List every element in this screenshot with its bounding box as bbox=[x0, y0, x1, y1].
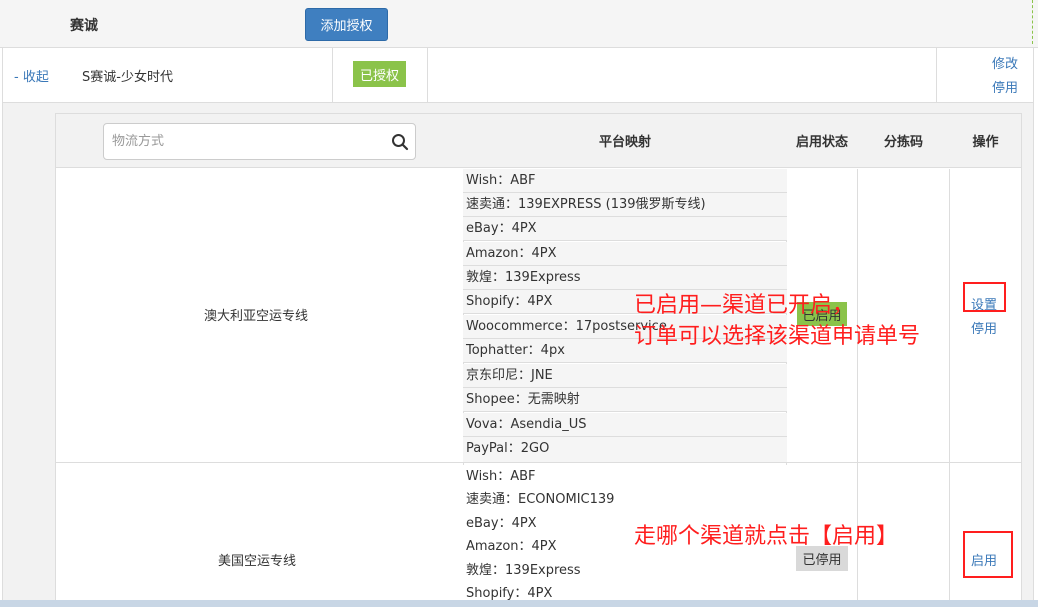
highlight-box bbox=[963, 531, 1013, 578]
shop-row-divider bbox=[936, 48, 937, 103]
edge-divider bbox=[1032, 0, 1033, 44]
mapping-item: Shopee：无需映射 bbox=[463, 388, 787, 412]
search-box bbox=[103, 123, 416, 160]
mapping-item: Vova：Asendia_US bbox=[463, 413, 787, 437]
top-bar: 赛诚 bbox=[0, 0, 1038, 48]
logistics-search-input[interactable] bbox=[104, 124, 384, 159]
edit-shop-link[interactable]: 修改 bbox=[992, 53, 1018, 72]
channel-name: 澳大利亚空运专线 bbox=[204, 309, 309, 324]
auth-status-badge: 已授权 bbox=[353, 61, 406, 87]
annotation-text: 订单可以选择该渠道申请单号 bbox=[634, 324, 921, 349]
bottom-scroll-bar bbox=[0, 600, 1038, 607]
add-authorization-button[interactable]: 添加授权 bbox=[305, 8, 388, 41]
column-header-sort-code: 分拣码 bbox=[883, 135, 923, 150]
mapping-item: Wish：ABF bbox=[463, 169, 787, 193]
mapping-item: Wish：ABF bbox=[463, 465, 787, 489]
shop-name: S赛诚-少女时代 bbox=[82, 70, 173, 85]
mapping-item: 速卖通：ECONOMIC139 bbox=[463, 488, 787, 512]
mapping-item: Shopify：4PX bbox=[463, 582, 787, 602]
disable-channel-link[interactable]: 停用 bbox=[971, 318, 997, 337]
disable-shop-link[interactable]: 停用 bbox=[992, 77, 1018, 96]
search-icon[interactable] bbox=[391, 133, 409, 151]
annotation-text: 走哪个渠道就点击【启用】 bbox=[634, 524, 899, 549]
column-header-mapping: 平台映射 bbox=[598, 135, 651, 150]
shop-row-divider bbox=[332, 48, 333, 103]
channel-name: 美国空运专线 bbox=[218, 554, 297, 569]
mapping-item: PayPal：2GO bbox=[463, 437, 787, 462]
row-divider bbox=[56, 462, 1021, 463]
annotation-text: 已启用—渠道已开启， bbox=[634, 293, 855, 318]
column-header-status: 启用状态 bbox=[795, 135, 848, 150]
mapping-item: Amazon：4PX bbox=[463, 242, 787, 266]
column-header-action: 操作 bbox=[972, 135, 999, 150]
highlight-box bbox=[963, 282, 1006, 312]
store-group-title: 赛诚 bbox=[70, 18, 98, 34]
mapping-item: 京东印尼：JNE bbox=[463, 364, 787, 388]
mapping-item: 速卖通：139EXPRESS (139俄罗斯专线) bbox=[463, 193, 787, 217]
mapping-item: eBay：4PX bbox=[463, 217, 787, 241]
column-divider bbox=[949, 169, 950, 607]
shop-row-divider bbox=[427, 48, 428, 103]
collapse-link[interactable]: - 收起 bbox=[14, 66, 49, 85]
mapping-item: 敦煌：139Express bbox=[463, 559, 787, 583]
